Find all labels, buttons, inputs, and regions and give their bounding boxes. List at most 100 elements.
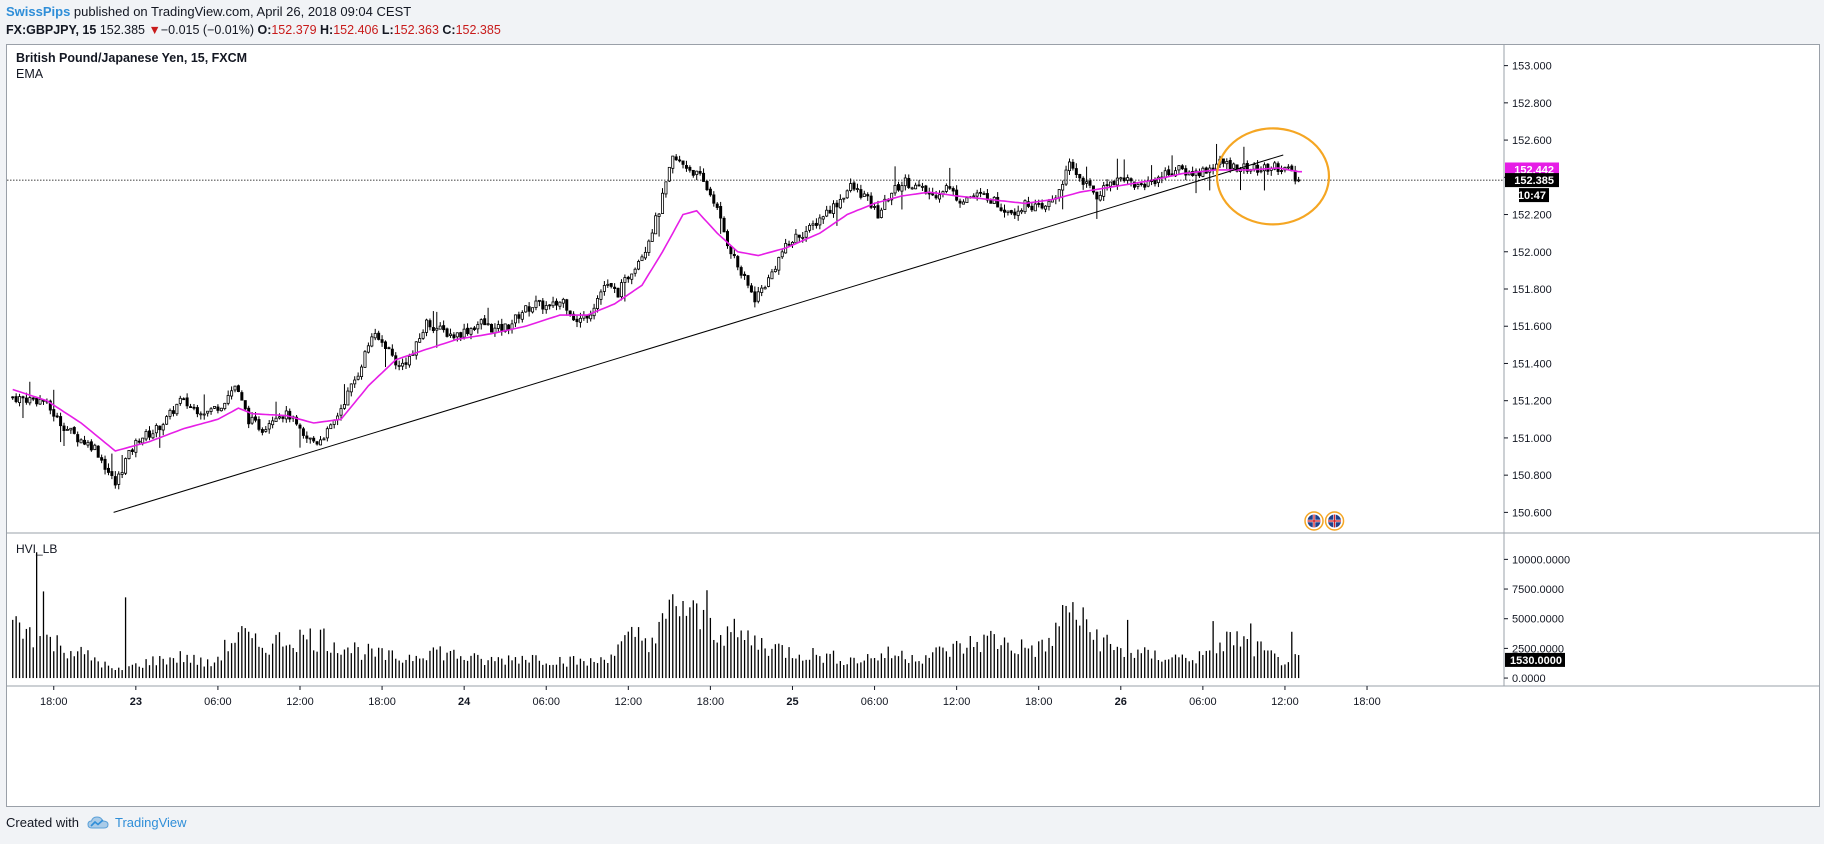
candle-body <box>801 236 805 239</box>
candle-body <box>691 169 695 176</box>
candle-body <box>513 314 517 324</box>
ema-indicator-label[interactable]: EMA <box>16 67 44 81</box>
cloud-logo-icon <box>87 815 109 828</box>
candle-body <box>773 268 777 273</box>
candle-body <box>910 187 914 190</box>
close-label: C: <box>442 23 456 37</box>
candle-body <box>462 328 466 338</box>
candle-body <box>917 184 921 187</box>
uk-flag-event-icon[interactable] <box>1324 511 1345 531</box>
candle-body <box>1119 177 1123 180</box>
candle-body <box>257 419 261 430</box>
candle-body <box>654 215 658 235</box>
volume-axis[interactable]: 10000.00007500.00005000.00002500.00000.0… <box>1504 554 1570 685</box>
candle-body <box>1259 170 1263 173</box>
author-link[interactable]: SwissPips <box>6 4 70 19</box>
candle-series[interactable] <box>11 143 1301 490</box>
tradingview-link[interactable]: TradingView <box>87 815 187 830</box>
candle-body <box>838 198 842 209</box>
candle-body <box>1184 168 1188 176</box>
candle-body <box>250 416 254 424</box>
chart-frame[interactable]: 153.000152.800152.600152.400152.200152.0… <box>6 44 1820 807</box>
candle-body <box>1044 205 1048 210</box>
candle-body <box>18 396 22 403</box>
candle-body <box>1102 185 1106 197</box>
candle-body <box>1242 163 1246 169</box>
candle-body <box>609 283 613 287</box>
ema-line[interactable] <box>12 167 1302 452</box>
candle-body <box>158 425 162 431</box>
trendline[interactable] <box>113 154 1284 513</box>
candle-body <box>1091 185 1095 193</box>
candle-body <box>459 332 463 338</box>
highlight-circle[interactable] <box>1215 127 1331 226</box>
candle-body <box>479 319 483 325</box>
low-value: 152.363 <box>393 23 439 37</box>
candle-body <box>719 206 723 219</box>
candle-body <box>524 305 528 313</box>
candle-body <box>52 409 56 417</box>
volume-tick-label: 0.0000 <box>1512 673 1546 685</box>
candle-body <box>1177 165 1181 171</box>
candle-body <box>178 397 182 404</box>
candle-body <box>661 192 665 214</box>
candle-body <box>626 276 630 280</box>
high-label: H: <box>320 23 334 37</box>
price-tick-label: 150.800 <box>1512 470 1552 482</box>
candle-body <box>640 256 644 262</box>
candle-body <box>760 287 764 293</box>
candle-body <box>794 233 798 244</box>
time-axis[interactable]: 18:00 23 06:00 12:00 18:00 24 06:00 12:00 18:00 2… <box>40 686 1381 708</box>
price-tick-label: 151.600 <box>1512 321 1552 333</box>
candle-body <box>438 325 442 330</box>
candle-body <box>476 324 480 330</box>
candle-body <box>93 444 97 451</box>
price-pane[interactable] <box>7 127 1503 531</box>
price-axis[interactable]: 153.000152.800152.600152.400152.200152.0… <box>1504 61 1559 520</box>
candle-body <box>599 291 603 300</box>
volume-indicator-label[interactable]: HVI_LB <box>16 542 57 556</box>
candle-body <box>383 341 387 349</box>
candle-body <box>1098 194 1102 201</box>
candle-body <box>1040 203 1044 209</box>
candle-body <box>982 193 986 195</box>
candle-body <box>619 282 623 298</box>
candle-body <box>141 437 145 444</box>
candle-body <box>920 185 924 188</box>
candle-body <box>938 194 942 200</box>
candle-body <box>38 398 42 405</box>
candle-body <box>14 396 18 403</box>
candle-body <box>1286 166 1290 169</box>
countdown-text: 10:47 <box>1518 190 1546 202</box>
candle-body <box>575 318 579 323</box>
candle-body <box>1061 184 1065 191</box>
candle-body <box>165 416 169 425</box>
volume-series[interactable] <box>12 552 1300 679</box>
candle-body <box>1266 163 1270 172</box>
candle-body <box>671 155 675 169</box>
price-tick-label: 152.000 <box>1512 247 1552 259</box>
chart-canvas[interactable]: 153.000152.800152.600152.400152.200152.0… <box>7 45 1819 806</box>
candle-body <box>418 338 422 343</box>
candle-body <box>914 184 918 190</box>
volume-tick-label: 10000.0000 <box>1512 554 1570 566</box>
uk-flag-event-icon[interactable] <box>1304 511 1324 531</box>
candle-body <box>113 476 117 486</box>
candle-body <box>216 406 220 411</box>
time-tick-label: 12:00 <box>943 696 971 708</box>
candle-body <box>705 181 709 191</box>
candle-body <box>360 366 364 378</box>
candle-body <box>821 216 825 220</box>
candle-body <box>763 287 767 290</box>
candle-body <box>1078 173 1082 179</box>
candle-body <box>684 165 688 169</box>
volume-pane[interactable] <box>12 552 1300 679</box>
time-tick-label: 26 <box>1115 696 1127 708</box>
candle-body <box>171 410 175 414</box>
candle-body <box>472 327 476 330</box>
candle-body <box>28 397 32 404</box>
candle-body <box>21 396 25 399</box>
candle-body <box>329 424 333 430</box>
candle-body <box>934 195 938 199</box>
candle-body <box>753 291 757 303</box>
